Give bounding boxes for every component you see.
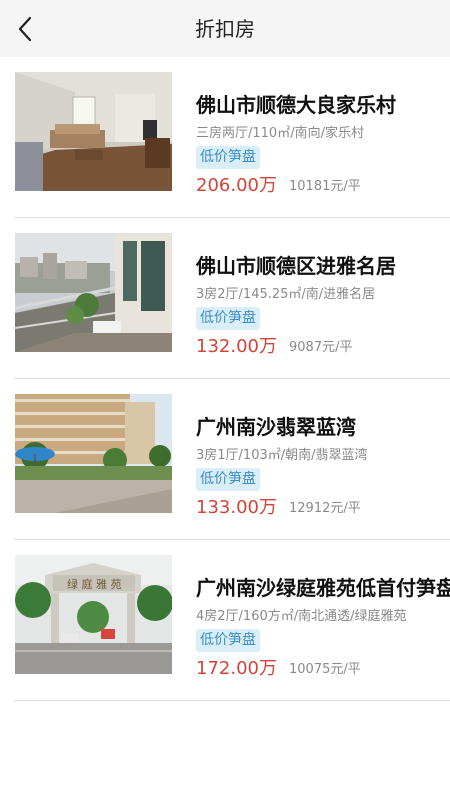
listing-unit-price: 12912元/平 <box>289 501 361 516</box>
listing-price: 206.00万 <box>196 175 277 196</box>
listing-unit-price: 9087元/平 <box>289 340 353 355</box>
listing-info: 三房两厅/110㎡/南向/家乐村 <box>196 126 364 141</box>
listing-tag: 低价笋盘 <box>196 307 260 330</box>
listing-info: 4房2厅/160方㎡/南北通透/绿庭雅苑 <box>196 609 407 624</box>
listing-item[interactable]: 佛山市顺德大良家乐村 三房两厅/110㎡/南向/家乐村 低价笋盘 206.00万… <box>14 57 450 218</box>
listing-tag: 低价笋盘 <box>196 629 260 652</box>
listing-tag: 低价笋盘 <box>196 468 260 491</box>
listing-info: 3房1厅/103㎡/朝南/翡翠蓝湾 <box>196 448 368 463</box>
listing-item[interactable]: 佛山市顺德区进雅名居 3房2厅/145.25㎡/南/进雅名居 低价笋盘 132.… <box>14 218 450 379</box>
listing-tag: 低价笋盘 <box>196 146 260 169</box>
nav-header: 折扣房 <box>0 0 450 57</box>
listing-photo: 绿 庭 雅 苑 <box>15 555 172 674</box>
listing-photo <box>15 72 172 191</box>
listing-info: 3房2厅/145.25㎡/南/进雅名居 <box>196 287 376 302</box>
listing-photo <box>15 394 172 513</box>
listing-name: 广州南沙绿庭雅苑低首付笋盘 <box>196 576 450 600</box>
listing-price: 133.00万 <box>196 497 277 518</box>
listing-list: 佛山市顺德大良家乐村 三房两厅/110㎡/南向/家乐村 低价笋盘 206.00万… <box>0 57 450 701</box>
listing-price: 172.00万 <box>196 658 277 679</box>
listing-price: 132.00万 <box>196 336 277 357</box>
page-title: 折扣房 <box>195 17 255 41</box>
listing-item[interactable]: 绿 庭 雅 苑 广州南沙绿庭雅苑低首付笋盘 4房2厅/160方㎡/南北通透/绿庭… <box>14 540 450 701</box>
listing-unit-price: 10181元/平 <box>289 179 361 194</box>
listing-name: 佛山市顺德区进雅名居 <box>196 254 396 278</box>
listing-photo <box>15 233 172 352</box>
svg-text:绿 庭 雅 苑: 绿 庭 雅 苑 <box>67 577 122 591</box>
listing-name: 佛山市顺德大良家乐村 <box>196 93 396 117</box>
listing-item[interactable]: 广州南沙翡翠蓝湾 3房1厅/103㎡/朝南/翡翠蓝湾 低价笋盘 133.00万 … <box>14 379 450 540</box>
listing-unit-price: 10075元/平 <box>289 662 361 677</box>
listing-name: 广州南沙翡翠蓝湾 <box>196 415 356 439</box>
